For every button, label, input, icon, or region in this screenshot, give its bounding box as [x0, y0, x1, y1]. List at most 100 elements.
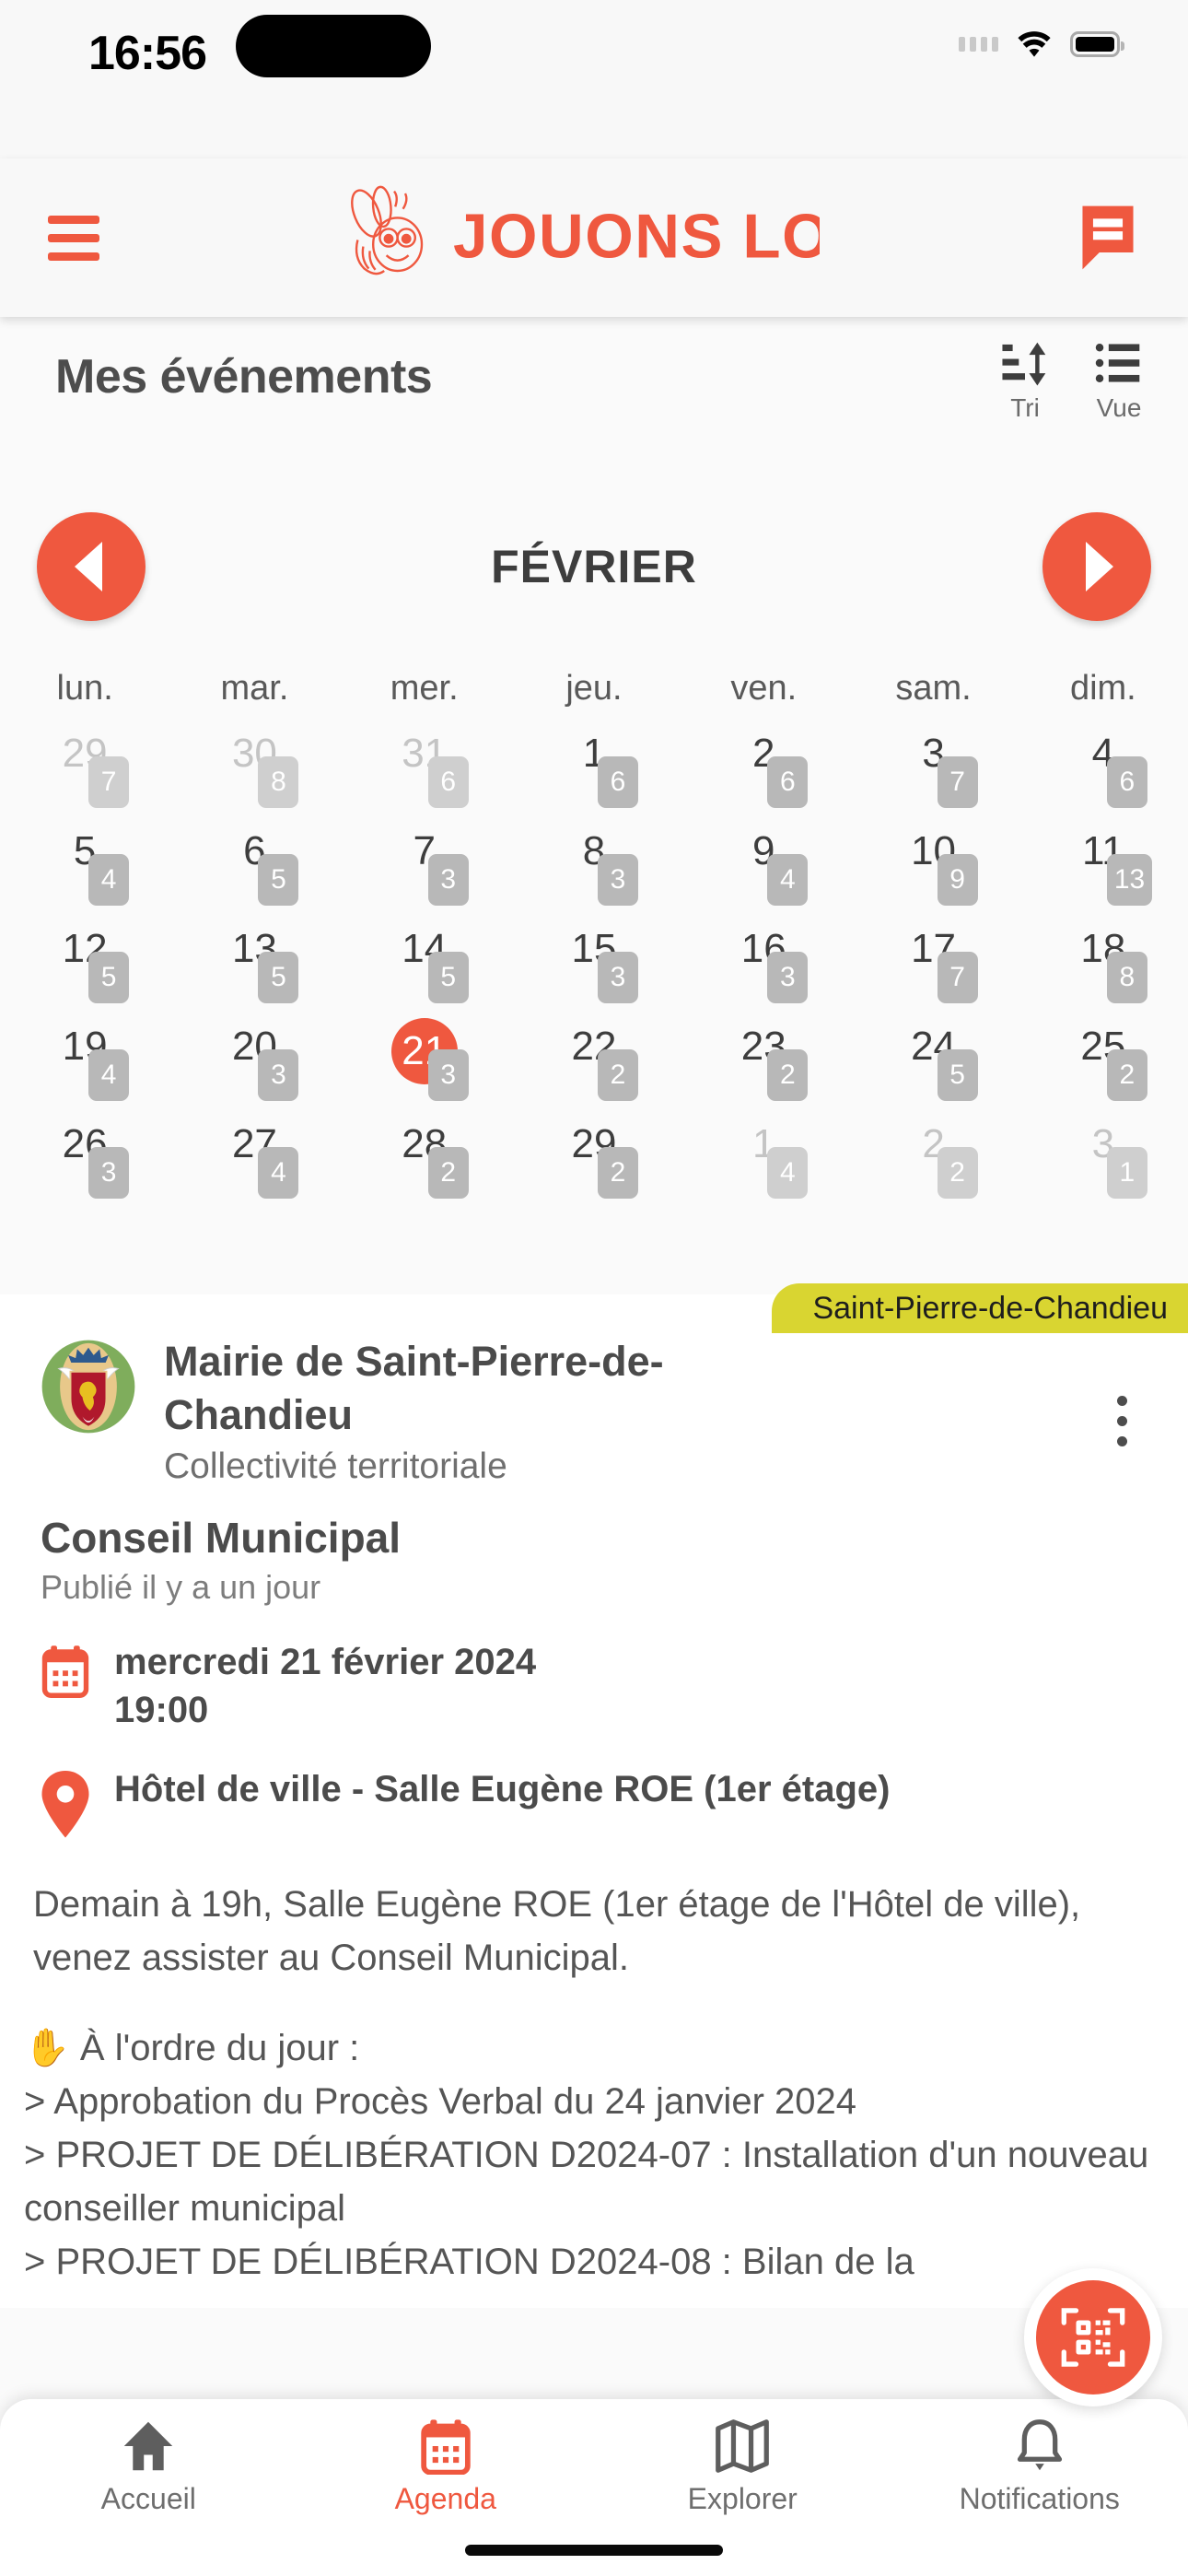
event-count-badge: 4	[767, 854, 809, 906]
event-count-badge: 6	[427, 756, 469, 808]
event-count-badge: 4	[767, 1147, 809, 1199]
agenda-item: > Approbation du Procès Verbal du 24 jan…	[24, 2080, 856, 2122]
wifi-icon	[1018, 31, 1051, 57]
calendar-day-cell[interactable]: 12 5	[0, 917, 169, 1014]
nav-item-notifications[interactable]: Notifications	[891, 2399, 1188, 2576]
calendar-day-cell[interactable]: 21 3	[340, 1014, 509, 1112]
calendar-day-cell[interactable]: 46	[1019, 721, 1188, 819]
calendar-day-cell[interactable]: 54	[0, 819, 169, 917]
nav-item-accueil[interactable]: Accueil	[0, 2399, 297, 2576]
event-count-badge: 2	[597, 1147, 638, 1199]
bell-icon	[1017, 2419, 1062, 2471]
calendar-day-cell[interactable]: 37	[848, 721, 1018, 819]
dynamic-island	[236, 15, 431, 77]
calendar-day-cell[interactable]: 24 5	[848, 1014, 1018, 1112]
calendar-day-cell[interactable]: 20 3	[169, 1014, 339, 1112]
organizer-name: Mairie de Saint-Pierre-de-Chandieu	[164, 1338, 664, 1438]
event-count-badge: 6	[1106, 756, 1147, 808]
sort-button[interactable]: Tri	[998, 336, 1052, 423]
calendar-day-cell[interactable]: 25 2	[1019, 1014, 1188, 1112]
calendar-day-cell[interactable]: 14	[679, 1112, 848, 1210]
page-title: Mes événements	[55, 350, 433, 404]
calendar-day-cell[interactable]: 22	[848, 1112, 1018, 1210]
calendar-day-cell[interactable]: 11 13	[1019, 819, 1188, 917]
event-card-container: Saint-Pierre-de-Chandieu Mairie de Saint…	[0, 1283, 1188, 2308]
event-count-badge: 13	[1106, 854, 1153, 906]
calendar-day-cell[interactable]: 28 2	[340, 1112, 509, 1210]
calendar-week-row: 19 4 20 3 21 3 22 2 23 2 24 5 25 2	[0, 1014, 1188, 1112]
event-count-badge: 9	[937, 854, 978, 906]
event-agenda: ✋ À l'ordre du jour : > Approbation du P…	[0, 1985, 1188, 2289]
calendar-day-cell[interactable]: 14 5	[340, 917, 509, 1014]
event-count-badge: 3	[597, 854, 638, 906]
coat-of-arms-avatar[interactable]	[41, 1339, 136, 1434]
calendar-day-cell[interactable]: 16	[509, 721, 679, 819]
list-view-icon	[1095, 344, 1140, 382]
calendar-icon	[41, 1645, 89, 1698]
event-count-badge: 3	[88, 1147, 130, 1199]
calendar-day-cell[interactable]: 83	[509, 819, 679, 917]
current-month-label: FÉVRIER	[491, 541, 697, 592]
chevron-left-icon	[75, 542, 102, 591]
qr-scan-fab[interactable]	[1024, 2268, 1162, 2406]
kebab-menu-icon[interactable]	[1096, 1396, 1147, 1446]
agenda-item: > PROJET DE DÉLIBÉRATION D2024-07 : Inst…	[24, 2134, 1149, 2229]
weekday-label: mar.	[220, 669, 289, 708]
app-header: JOUONS LOCAL	[0, 158, 1188, 317]
calendar-day-cell[interactable]: 29 2	[509, 1112, 679, 1210]
battery-icon	[1070, 31, 1124, 57]
calendar-week-row: 26 3 27 4 28 2 29 2 1 4 2 2 3 1	[0, 1112, 1188, 1210]
calendar-day-cell[interactable]: 22 2	[509, 1014, 679, 1112]
home-icon	[124, 2421, 173, 2471]
calendar-day-cell[interactable]: 73	[340, 819, 509, 917]
nav-label: Agenda	[394, 2482, 496, 2515]
calendar-day-cell[interactable]: 31 6	[340, 721, 509, 819]
calendar-day-cell[interactable]: 31	[1019, 1112, 1188, 1210]
calendar-day-cell[interactable]: 17 7	[848, 917, 1018, 1014]
calendar-week-row: 12 5 13 5 14 5 15 3 16 3 17 7 18 8	[0, 917, 1188, 1014]
calendar-day-cell[interactable]: 26	[679, 721, 848, 819]
next-month-button[interactable]	[1042, 512, 1151, 621]
status-bar: 16:56	[0, 0, 1188, 158]
calendar-week-row: 5 4 6 5 7 3 8 3 9 4 10 9 11 13	[0, 819, 1188, 917]
organizer-type: Collectivité territoriale	[164, 1446, 507, 1487]
event-count-badge: 3	[258, 1049, 299, 1101]
calendar-day-cell[interactable]: 19 4	[0, 1014, 169, 1112]
section-header: Mes événements Tri Vue	[0, 327, 1188, 447]
chevron-right-icon	[1085, 542, 1113, 591]
event-count-badge: 2	[1106, 1049, 1147, 1101]
event-datetime: mercredi 21 février 2024 19:00	[114, 1638, 536, 1734]
event-card[interactable]: Mairie de Saint-Pierre-de-Chandieu Colle…	[0, 1335, 1188, 2289]
prev-month-button[interactable]	[37, 512, 146, 621]
calendar-day-cell[interactable]: 26 3	[0, 1112, 169, 1210]
calendar-day-cell[interactable]: 65	[169, 819, 339, 917]
calendar-day-cell[interactable]: 18 8	[1019, 917, 1188, 1014]
calendar-day-cell[interactable]: 16 3	[679, 917, 848, 1014]
event-count-badge: 7	[88, 756, 130, 808]
event-count-badge: 6	[597, 756, 638, 808]
event-count-badge: 4	[88, 1049, 130, 1101]
sort-icon	[1002, 342, 1046, 386]
nav-label: Notifications	[959, 2482, 1120, 2515]
calendar-day-cell[interactable]: 27 4	[169, 1112, 339, 1210]
calendar-day-cell[interactable]: 30 8	[169, 721, 339, 819]
calendar-grid: lun. mar. mer. jeu. ven. sam. dim. 29 7 30 8 31 6 1 6…	[0, 645, 1188, 1210]
calendar-day-cell[interactable]: 94	[679, 819, 848, 917]
calendar-day-cell[interactable]: 15 3	[509, 917, 679, 1014]
calendar-day-cell[interactable]: 29 7	[0, 721, 169, 819]
calendar-day-cell[interactable]: 13 5	[169, 917, 339, 1014]
event-count-badge: 3	[767, 952, 809, 1003]
qr-code-scan-icon	[1061, 2308, 1125, 2367]
app-logo[interactable]: JOUONS LOCAL	[81, 182, 1072, 293]
view-button[interactable]: Vue	[1092, 336, 1146, 423]
event-count-badge: 5	[258, 854, 299, 906]
event-title: Conseil Municipal	[41, 1514, 402, 1563]
month-navigation: FÉVRIER	[0, 502, 1188, 631]
event-time: 19:00	[114, 1690, 209, 1731]
calendar-day-cell[interactable]: 23 2	[679, 1014, 848, 1112]
chat-bubble-icon[interactable]	[1072, 202, 1144, 274]
event-count-badge: 5	[937, 1049, 978, 1101]
calendar-day-cell[interactable]: 10 9	[848, 819, 1018, 917]
weekday-label: dim.	[1069, 669, 1136, 708]
weekday-header: lun. mar. mer. jeu. ven. sam. dim.	[0, 645, 1188, 721]
